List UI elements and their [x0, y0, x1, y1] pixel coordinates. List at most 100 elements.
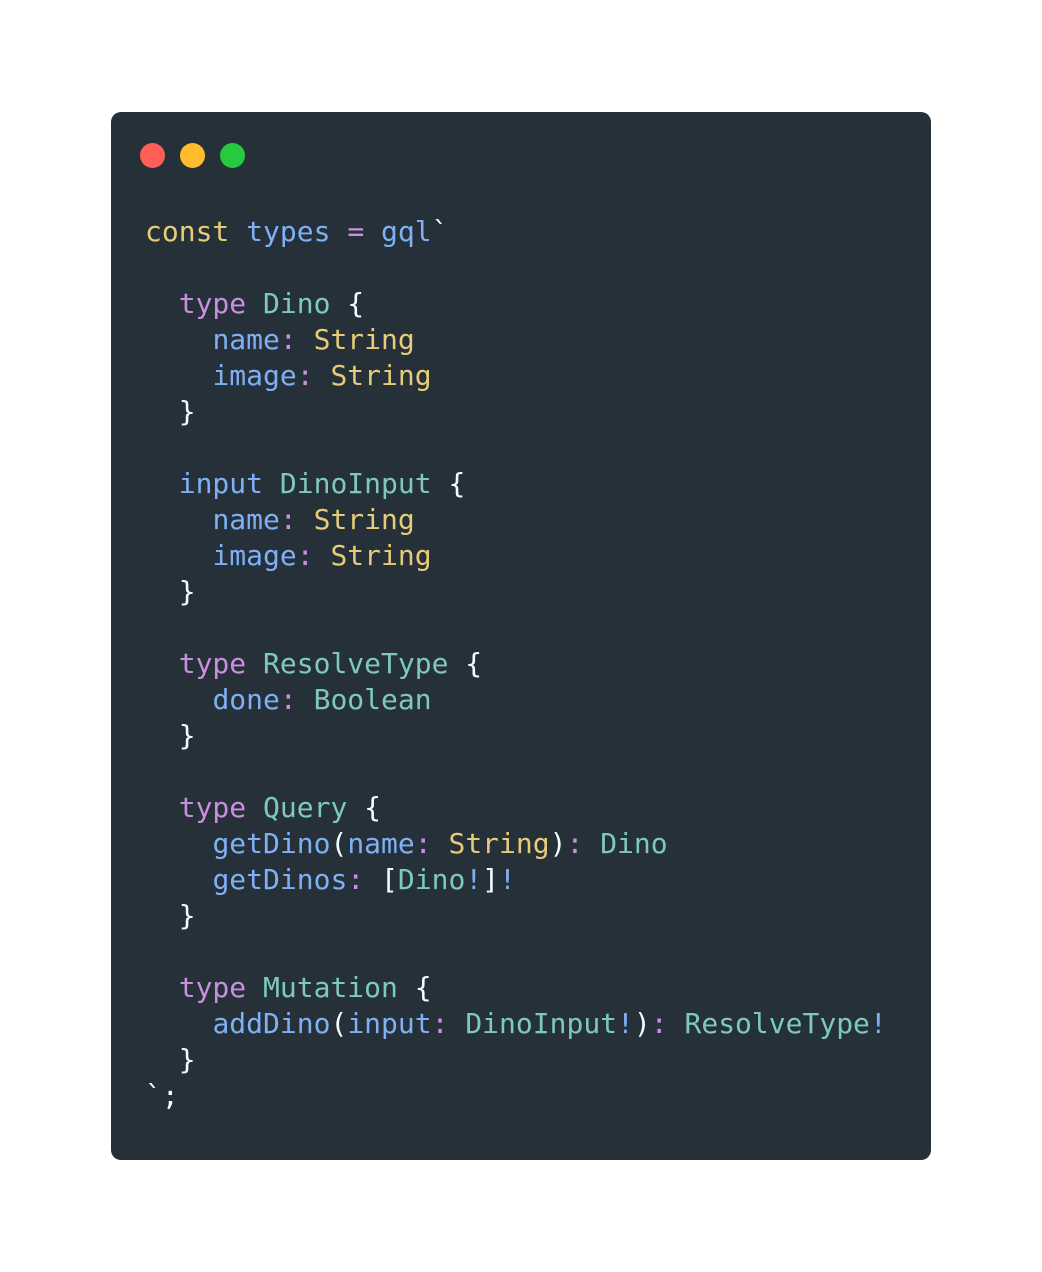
code-line: image: String: [145, 538, 887, 574]
code-token: String: [330, 539, 432, 572]
code-token: {: [431, 467, 466, 500]
code-token: Dino: [600, 827, 668, 860]
close-dot-icon[interactable]: [140, 143, 165, 168]
code-token: type: [178, 647, 247, 680]
code-token: `;: [145, 1079, 179, 1112]
code-line: name: String: [145, 322, 887, 358]
code-line: type Query {: [145, 790, 887, 826]
code-token: DinoInput: [465, 1007, 618, 1040]
code-token: DinoInput: [279, 467, 432, 500]
code-token: String: [330, 359, 432, 392]
code-token: ResolveType: [263, 647, 449, 680]
code-line: getDino(name: String): Dino: [145, 826, 887, 862]
code-token: `: [431, 215, 449, 248]
code-token: :: [296, 359, 314, 392]
code-line: }: [145, 718, 887, 754]
code-token: :: [279, 683, 297, 716]
code-line: getDinos: [Dino!]!: [145, 862, 887, 898]
code-token: String: [313, 503, 415, 536]
code-line: addDino(input: DinoInput!): ResolveType!: [145, 1006, 886, 1042]
code-token: ResolveType: [684, 1007, 870, 1040]
code-token: name: [347, 827, 415, 860]
code-line: name: String: [145, 502, 887, 538]
code-token: input: [347, 1007, 432, 1040]
code-token: const: [145, 215, 230, 248]
code-token: }: [145, 395, 196, 428]
window-controls: [140, 143, 245, 168]
code-token: {: [397, 971, 432, 1004]
code-token: addDino: [212, 1007, 331, 1040]
code-token: (: [330, 827, 348, 860]
code-token: }: [145, 1043, 196, 1076]
code-token: ): [633, 1007, 651, 1040]
code-token: Dino: [397, 863, 466, 896]
code-token: !: [499, 863, 516, 896]
code-token: :: [347, 863, 365, 896]
minimize-dot-icon[interactable]: [180, 143, 205, 168]
code-token: gql: [381, 215, 432, 248]
code-line: type Mutation {: [145, 970, 887, 1006]
code-token: image: [212, 539, 297, 572]
code-line: image: String: [145, 358, 887, 394]
code-token: }: [145, 899, 196, 932]
code-token: :: [414, 827, 432, 860]
maximize-dot-icon[interactable]: [220, 143, 245, 168]
code-token: Dino: [263, 287, 331, 320]
code-token: Query: [263, 791, 348, 824]
code-line: }: [145, 1042, 887, 1078]
code-line: input DinoInput {: [145, 466, 887, 502]
code-token: :: [279, 503, 297, 536]
code-token: ]: [482, 863, 500, 896]
code-line: const types = gql`: [145, 214, 887, 250]
code-token: :: [279, 323, 297, 356]
code-token: Mutation: [263, 971, 398, 1004]
code-token: :: [650, 1007, 668, 1040]
code-token: input: [178, 467, 264, 500]
code-token: =: [347, 215, 365, 248]
code-token: {: [330, 287, 365, 320]
code-token: name: [212, 323, 280, 356]
code-token: {: [347, 791, 382, 824]
code-token: getDinos: [212, 863, 348, 896]
code-token: image: [212, 359, 297, 392]
code-token: }: [145, 575, 196, 608]
code-line: }: [145, 898, 887, 934]
code-token: Boolean: [313, 683, 432, 716]
code-token: {: [448, 647, 483, 680]
code-token: type: [178, 791, 247, 824]
code-token: [: [381, 863, 398, 896]
code-line: type Dino {: [145, 286, 887, 322]
code-token: type: [178, 971, 247, 1004]
